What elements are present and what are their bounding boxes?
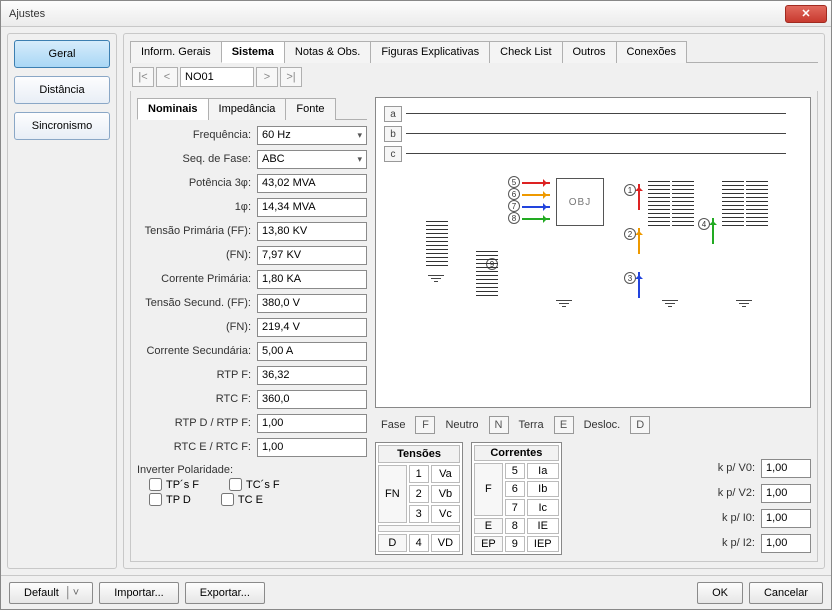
label-rtce: RTC E / RTC F:	[137, 441, 257, 453]
body: Geral Distância Sincronismo Inform. Gera…	[1, 27, 831, 575]
right-column: a b c OBJ 5	[375, 97, 811, 555]
ok-button[interactable]: OK	[697, 582, 743, 604]
tab-sistema[interactable]: Sistema	[221, 41, 285, 63]
sidebar: Geral Distância Sincronismo	[7, 33, 117, 569]
kp-panel: k p/ V0:1,00 k p/ V2:1,00 k p/ I0:1,00 k…	[709, 442, 811, 555]
footer: Default Importar... Exportar... OK Cance…	[1, 575, 831, 609]
phase-b-box: b	[384, 126, 402, 142]
main-panel: Inform. Gerais Sistema Notas & Obs. Figu…	[123, 33, 825, 569]
content: Nominais Impedância Fonte Frequência:60 …	[130, 91, 818, 562]
tab-inform-gerais[interactable]: Inform. Gerais	[130, 41, 222, 63]
label-cprim: Corrente Primária:	[137, 273, 257, 285]
input-pot1[interactable]: 14,34 MVA	[257, 198, 367, 217]
input-kp-v0[interactable]: 1,00	[761, 459, 811, 478]
legend-terra: Terra	[519, 419, 544, 431]
tab-outros[interactable]: Outros	[562, 41, 617, 63]
input-tprimff[interactable]: 13,80 KV	[257, 222, 367, 241]
btn-terra[interactable]: E	[554, 416, 574, 434]
sidebar-item-geral[interactable]: Geral	[14, 40, 110, 68]
legend-row: Fase F Neutro N Terra E Desloc. D	[375, 414, 811, 436]
label-rtpd: RTP D / RTP F:	[137, 417, 257, 429]
btn-fase[interactable]: F	[415, 416, 435, 434]
tensoes-title: Tensões	[378, 445, 460, 463]
nav-last[interactable]: >|	[280, 67, 302, 87]
input-kp-v2[interactable]: 1,00	[761, 484, 811, 503]
legend-neutro: Neutro	[445, 419, 478, 431]
input-kp-i0[interactable]: 1,00	[761, 509, 811, 528]
subtab-nominais[interactable]: Nominais	[137, 98, 209, 120]
importar-button[interactable]: Importar...	[99, 582, 179, 604]
close-button[interactable]: ✕	[785, 5, 827, 23]
tab-conexoes[interactable]: Conexões	[616, 41, 688, 63]
input-tprimfn[interactable]: 7,97 KV	[257, 246, 367, 265]
input-kp-i2[interactable]: 1,00	[761, 534, 811, 553]
input-frequencia[interactable]: 60 Hz	[257, 126, 367, 145]
cancelar-button[interactable]: Cancelar	[749, 582, 823, 604]
legend-desloc: Desloc.	[584, 419, 621, 431]
label-pot3: Potência 3φ:	[137, 177, 257, 189]
tab-checklist[interactable]: Check List	[489, 41, 562, 63]
tab-figuras[interactable]: Figuras Explicativas	[370, 41, 490, 63]
label-seqfase: Seq. de Fase:	[137, 153, 257, 165]
label-csec: Corrente Secundária:	[137, 345, 257, 357]
subtabs: Nominais Impedância Fonte	[137, 97, 367, 120]
check-tc-e[interactable]: TC E	[221, 493, 263, 506]
subtab-impedancia[interactable]: Impedância	[208, 98, 287, 120]
default-button[interactable]: Default	[9, 582, 93, 604]
nav-prev[interactable]: <	[156, 67, 178, 87]
input-rtcf[interactable]: 360,0	[257, 390, 367, 409]
check-tps-f[interactable]: TP´s F	[149, 478, 199, 491]
label-rtpf: RTP F:	[137, 369, 257, 381]
input-rtce[interactable]: 1,00	[257, 438, 367, 457]
left-column: Nominais Impedância Fonte Frequência:60 …	[137, 97, 367, 555]
form: Frequência:60 Hz Seq. de Fase:ABC Potênc…	[137, 120, 367, 460]
label-rtcf: RTC F:	[137, 393, 257, 405]
legend-fase: Fase	[381, 419, 405, 431]
tensoes-table: Tensões FN1Va 2Vb 3Vc D4VD	[375, 442, 463, 555]
input-rtpd[interactable]: 1,00	[257, 414, 367, 433]
window: Ajustes ✕ Geral Distância Sincronismo In…	[0, 0, 832, 610]
close-icon: ✕	[801, 7, 810, 20]
correntes-table: Correntes F5Ia 6Ib 7Ic E8IE EP9IEP	[471, 442, 562, 555]
titlebar: Ajustes ✕	[1, 1, 831, 27]
nav-next[interactable]: >	[256, 67, 278, 87]
input-csec[interactable]: 5,00 A	[257, 342, 367, 361]
main-tabs: Inform. Gerais Sistema Notas & Obs. Figu…	[130, 40, 818, 63]
input-pot3[interactable]: 43,02 MVA	[257, 174, 367, 193]
label-tsecff: Tensão Secund. (FF):	[137, 297, 257, 309]
tables-row: Tensões FN1Va 2Vb 3Vc D4VD Correntes F5I…	[375, 442, 811, 555]
subtab-fonte[interactable]: Fonte	[285, 98, 335, 120]
phase-a-box: a	[384, 106, 402, 122]
input-tsecff[interactable]: 380,0 V	[257, 294, 367, 313]
phase-c-box: c	[384, 146, 402, 162]
check-tp-d[interactable]: TP D	[149, 493, 191, 506]
input-tsecfn[interactable]: 219,4 V	[257, 318, 367, 337]
label-tsecfn: (FN):	[137, 321, 257, 333]
input-rtpf[interactable]: 36,32	[257, 366, 367, 385]
nav-first[interactable]: |<	[132, 67, 154, 87]
check-tcs-f[interactable]: TC´s F	[229, 478, 280, 491]
exportar-button[interactable]: Exportar...	[185, 582, 265, 604]
correntes-title: Correntes	[474, 445, 559, 461]
label-tprimfn: (FN):	[137, 249, 257, 261]
btn-neutro[interactable]: N	[489, 416, 509, 434]
node-field[interactable]: NO01	[180, 67, 254, 87]
node-nav: |< < NO01 > >|	[130, 63, 818, 91]
tab-notas[interactable]: Notas & Obs.	[284, 41, 371, 63]
sidebar-item-distancia[interactable]: Distância	[14, 76, 110, 104]
label-tprimff: Tensão Primária (FF):	[137, 225, 257, 237]
sidebar-item-sincronismo[interactable]: Sincronismo	[14, 112, 110, 140]
window-title: Ajustes	[5, 8, 785, 20]
btn-desloc[interactable]: D	[630, 416, 650, 434]
invert-title: Inverter Polaridade:	[137, 464, 367, 476]
obj-box: OBJ	[556, 178, 604, 226]
label-pot1: 1φ:	[137, 201, 257, 213]
input-cprim[interactable]: 1,80 KA	[257, 270, 367, 289]
input-seqfase[interactable]: ABC	[257, 150, 367, 169]
label-frequencia: Frequência:	[137, 129, 257, 141]
schematic-diagram: a b c OBJ 5	[375, 97, 811, 408]
